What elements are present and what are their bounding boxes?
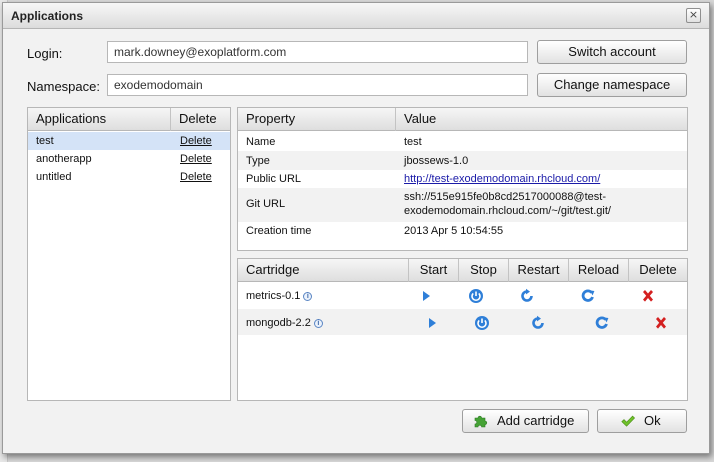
- applications-dialog: Applications × Login: mark.downey@exopla…: [2, 2, 710, 454]
- delete-x-icon[interactable]: [640, 288, 656, 304]
- table-row[interactable]: test Delete: [28, 132, 230, 150]
- cartridge-name-text: metrics-0.1: [246, 290, 301, 302]
- table-row: Creation time 2013 Apr 5 10:54:55: [238, 222, 687, 240]
- power-icon[interactable]: [474, 315, 490, 331]
- restart-icon[interactable]: [530, 315, 546, 331]
- ok-button[interactable]: Ok: [597, 409, 687, 433]
- public-url-link[interactable]: http://test-exodemodomain.rhcloud.com/: [396, 173, 600, 185]
- delete-app-link[interactable]: Delete: [172, 135, 212, 147]
- col-delete-cartridge: Delete: [628, 259, 687, 282]
- property-name: Name: [246, 136, 276, 148]
- table-row[interactable]: untitled Delete: [28, 168, 230, 186]
- properties-table-header: Property Value: [238, 108, 687, 131]
- dialog-titlebar: Applications ×: [3, 3, 709, 29]
- play-icon[interactable]: [424, 315, 440, 331]
- property-value: test: [404, 136, 422, 148]
- table-row[interactable]: anotherapp Delete: [28, 150, 230, 168]
- play-icon[interactable]: [418, 288, 434, 304]
- applications-table-header: Applications Delete: [28, 108, 230, 131]
- table-row: Public URL http://test-exodemodomain.rhc…: [238, 170, 687, 188]
- col-applications: Applications: [36, 111, 107, 126]
- login-field[interactable]: mark.downey@exoplatform.com: [107, 41, 528, 63]
- reload-icon[interactable]: [580, 288, 596, 304]
- namespace-field[interactable]: exodemodomain: [107, 74, 528, 96]
- add-cartridge-label: Add cartridge: [497, 413, 575, 428]
- col-restart: Restart: [508, 259, 568, 282]
- app-name: anotherapp: [36, 153, 92, 165]
- cartridge-name: metrics-0.1 i: [238, 290, 313, 302]
- property-name: Creation time: [246, 225, 312, 237]
- power-icon[interactable]: [468, 288, 484, 304]
- table-row: mongodb-2.2 i: [238, 309, 687, 335]
- dialog-title: Applications: [11, 9, 84, 23]
- info-icon[interactable]: i: [303, 291, 313, 301]
- delete-x-icon[interactable]: [653, 315, 669, 331]
- col-value: Value: [395, 108, 687, 131]
- switch-account-button[interactable]: Switch account: [537, 40, 687, 64]
- login-label: Login:: [27, 46, 63, 61]
- change-namespace-button[interactable]: Change namespace: [537, 73, 687, 97]
- applications-table: Applications Delete test Delete anothera…: [27, 107, 231, 401]
- cartridge-name: mongodb-2.2 i: [238, 317, 323, 329]
- property-name: Type: [246, 155, 270, 167]
- restart-icon[interactable]: [519, 288, 535, 304]
- col-start: Start: [408, 259, 458, 282]
- checkmark-icon: [620, 413, 636, 436]
- reload-icon[interactable]: [594, 315, 610, 331]
- app-name: test: [36, 135, 54, 147]
- delete-app-link[interactable]: Delete: [172, 153, 212, 165]
- cartridges-table: Cartridge Start Stop Restart Reload Dele…: [237, 258, 688, 401]
- property-name: Public URL: [246, 173, 302, 185]
- table-row: Git URL ssh://515e915fe0b8cd2517000088@t…: [238, 188, 687, 222]
- close-icon[interactable]: ×: [686, 8, 701, 23]
- table-row: metrics-0.1 i: [238, 283, 687, 308]
- col-cartridge: Cartridge: [246, 262, 300, 277]
- info-icon[interactable]: i: [313, 318, 323, 328]
- table-row: Name test: [238, 132, 687, 151]
- property-value: jbossews-1.0: [404, 155, 469, 167]
- delete-app-link[interactable]: Delete: [172, 171, 212, 183]
- properties-table: Property Value Name test Type jbossews-1…: [237, 107, 688, 251]
- property-value: 2013 Apr 5 10:54:55: [404, 225, 504, 237]
- col-delete: Delete: [170, 108, 230, 131]
- cartridge-name-text: mongodb-2.2: [246, 317, 311, 329]
- namespace-label: Namespace:: [27, 79, 100, 94]
- cartridges-table-header: Cartridge Start Stop Restart Reload Dele…: [238, 259, 687, 282]
- git-url-line-2: exodemodomain.rhcloud.com/~/git/test.git…: [404, 205, 611, 217]
- property-name: Git URL: [246, 198, 286, 210]
- puzzle-icon: [473, 413, 489, 436]
- git-url-line-1: ssh://515e915fe0b8cd2517000088@test-: [404, 191, 606, 203]
- app-name: untitled: [36, 171, 72, 183]
- ok-label: Ok: [644, 413, 661, 428]
- table-row: Type jbossews-1.0: [238, 151, 687, 170]
- col-reload: Reload: [568, 259, 628, 282]
- col-stop: Stop: [458, 259, 508, 282]
- add-cartridge-button[interactable]: Add cartridge: [462, 409, 589, 433]
- col-property: Property: [246, 111, 296, 126]
